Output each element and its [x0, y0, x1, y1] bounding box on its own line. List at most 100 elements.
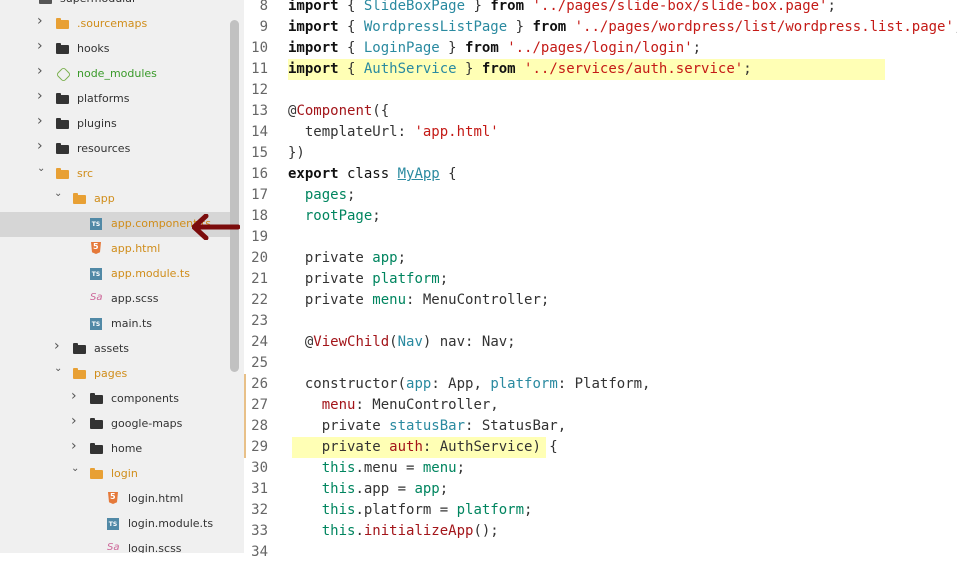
tree-item-label: app: [94, 192, 115, 205]
chevron-right-icon[interactable]: ›: [37, 89, 45, 103]
line-code: this.app = app;: [288, 481, 449, 497]
line-code: import { WordpressListPage } from '../pa…: [288, 19, 957, 35]
chevron-right-icon[interactable]: ›: [37, 139, 45, 153]
tree-item-login-module-ts[interactable]: TS login.module.ts: [0, 512, 230, 537]
code-line[interactable]: 29 private auth: AuthService) {: [244, 437, 957, 458]
tree-item-resources[interactable]: › resources: [0, 137, 230, 162]
chevron-down-icon[interactable]: ⌄: [71, 463, 79, 475]
code-line[interactable]: 19: [244, 227, 957, 248]
tree-item-main-ts[interactable]: TS main.ts: [0, 312, 230, 337]
tree-item-login[interactable]: ⌄ login: [0, 462, 230, 487]
tree-item-label: google-maps: [111, 417, 183, 430]
code-line[interactable]: 25: [244, 353, 957, 374]
line-number: 26: [251, 376, 268, 392]
tree-item-label: app.module.ts: [111, 267, 190, 280]
line-number: 33: [251, 523, 268, 539]
code-line[interactable]: 23: [244, 311, 957, 332]
tree-item-assets[interactable]: › assets: [0, 337, 230, 362]
tree-item-app[interactable]: ⌄ app: [0, 187, 230, 212]
code-line[interactable]: 21 private platform;: [244, 269, 957, 290]
chevron-right-icon[interactable]: ›: [37, 114, 45, 128]
code-line[interactable]: 31 this.app = app;: [244, 479, 957, 500]
chevron-right-icon[interactable]: ›: [37, 39, 45, 53]
folder-icon: [56, 142, 69, 155]
code-line[interactable]: 8 import { SlideBoxPage } from '../pages/…: [244, 0, 957, 17]
tree-item-label: node_modules: [77, 67, 157, 80]
code-line[interactable]: 20 private app;: [244, 248, 957, 269]
code-line[interactable]: 9 import { WordpressListPage } from '../p…: [244, 17, 957, 38]
folder-icon: [90, 392, 103, 405]
chevron-right-icon[interactable]: ›: [71, 439, 79, 453]
chevron-right-icon[interactable]: ›: [37, 14, 45, 28]
code-line[interactable]: 13 @Component({: [244, 101, 957, 122]
chevron-right-icon[interactable]: ›: [71, 414, 79, 428]
tree-item-supermodular[interactable]: ⌄supermodular: [0, 0, 230, 12]
tree-item-label: main.ts: [111, 317, 153, 330]
line-number: 25: [251, 355, 268, 371]
html5-file-icon: [90, 242, 103, 255]
line-code: this.initializeApp();: [288, 523, 499, 539]
tree-item-label: app.scss: [111, 292, 159, 305]
tree-item-home[interactable]: › home: [0, 437, 230, 462]
line-number: 24: [251, 334, 268, 350]
chevron-right-icon[interactable]: ›: [71, 389, 79, 403]
tree-item-label: resources: [77, 142, 131, 155]
folder-icon: [90, 442, 103, 455]
code-line[interactable]: 14 templateUrl: 'app.html': [244, 122, 957, 143]
sass-file-icon: Sa: [90, 292, 103, 303]
chevron-right-icon[interactable]: ›: [54, 339, 62, 353]
tree-item-app-html[interactable]: app.html: [0, 237, 230, 262]
code-line[interactable]: 26 constructor(app: App, platform: Platf…: [244, 374, 957, 395]
line-code: private app;: [288, 250, 407, 266]
tree-item-label: plugins: [77, 117, 117, 130]
tree-item-hooks[interactable]: › hooks: [0, 37, 230, 62]
code-line[interactable]: 18 rootPage;: [244, 206, 957, 227]
tree-item-platforms[interactable]: › platforms: [0, 87, 230, 112]
chevron-down-icon[interactable]: ⌄: [54, 188, 62, 200]
code-line[interactable]: 12: [244, 80, 957, 101]
code-line[interactable]: 16 export class MyApp {: [244, 164, 957, 185]
typescript-file-icon: TS: [90, 318, 102, 330]
chevron-down-icon[interactable]: ⌄: [54, 363, 62, 375]
tree-item-google-maps[interactable]: › google-maps: [0, 412, 230, 437]
line-number: 12: [251, 82, 268, 98]
tree-item-sourcemaps[interactable]: › .sourcemaps: [0, 12, 230, 37]
tree-item-app-scss[interactable]: Sa app.scss: [0, 287, 230, 312]
line-code: import { LoginPage } from '../pages/logi…: [288, 40, 702, 56]
tree-item-label: platforms: [77, 92, 130, 105]
line-number: 9: [259, 19, 268, 35]
sidebar-scrollbar[interactable]: [230, 20, 239, 372]
sass-file-icon: Sa: [107, 542, 120, 553]
line-code: templateUrl: 'app.html': [288, 124, 499, 140]
tree-item-login-scss[interactable]: Sa login.scss: [0, 537, 230, 553]
tree-item-label: .sourcemaps: [77, 17, 148, 30]
file-explorer-sidebar: ⌄supermodular›.sourcemaps›hooks›node_mod…: [0, 0, 244, 553]
code-line[interactable]: 33 this.initializeApp();: [244, 521, 957, 542]
tree-item-components[interactable]: › components: [0, 387, 230, 412]
code-line[interactable]: 32 this.platform = platform;: [244, 500, 957, 521]
line-number: 15: [251, 145, 268, 161]
code-line[interactable]: 15}): [244, 143, 957, 164]
code-line[interactable]: 11 import { AuthService } from '../servic…: [244, 59, 957, 80]
tree-item-app-module-ts[interactable]: TS app.module.ts: [0, 262, 230, 287]
tree-item-pages[interactable]: ⌄ pages: [0, 362, 230, 387]
folder-open-icon: [73, 192, 86, 205]
folder-icon: [56, 42, 69, 55]
git-change-marker: [244, 374, 246, 458]
code-line[interactable]: 28 private statusBar: StatusBar,: [244, 416, 957, 437]
code-line[interactable]: 17 pages;: [244, 185, 957, 206]
typescript-file-icon: TS: [90, 268, 102, 280]
folder-icon: [56, 92, 69, 105]
code-line[interactable]: 24 @ViewChild(Nav) nav: Nav;: [244, 332, 957, 353]
code-line[interactable]: 22 private menu: MenuController;: [244, 290, 957, 311]
code-line[interactable]: 10 import { LoginPage } from '../pages/lo…: [244, 38, 957, 59]
tree-item-plugins[interactable]: › plugins: [0, 112, 230, 137]
code-line[interactable]: 27 menu: MenuController,: [244, 395, 957, 416]
tree-item-node-modules[interactable]: › node_modules: [0, 62, 230, 87]
line-number: 8: [259, 0, 268, 14]
tree-item-login-html[interactable]: login.html: [0, 487, 230, 512]
chevron-down-icon[interactable]: ⌄: [37, 163, 45, 175]
code-line[interactable]: 30 this.menu = menu;: [244, 458, 957, 479]
chevron-right-icon[interactable]: ›: [37, 64, 45, 78]
tree-item-src[interactable]: ⌄ src: [0, 162, 230, 187]
